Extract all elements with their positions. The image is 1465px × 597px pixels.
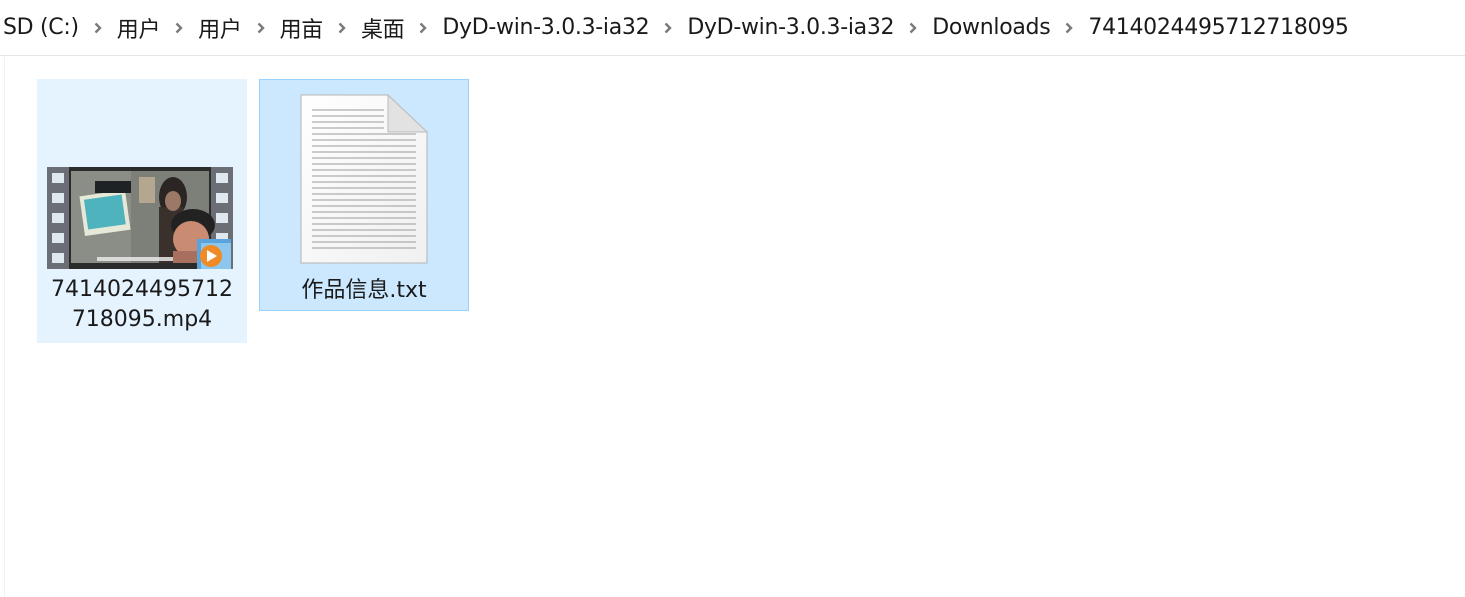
text-document-icon (300, 94, 428, 264)
breadcrumb-item-desktop[interactable]: 桌面 (359, 12, 406, 44)
breadcrumb-item-dyd-outer[interactable]: DyD-win-3.0.3-ia32 (440, 15, 651, 40)
breadcrumb-item-dyd-inner[interactable]: DyD-win-3.0.3-ia32 (685, 15, 896, 40)
file-name[interactable]: 7414024495712 718095.mp4 (42, 275, 242, 335)
chevron-right-icon[interactable] (406, 18, 440, 38)
file-view[interactable]: 7414024495712 718095.mp4 作品信息.txt (4, 57, 1465, 597)
breadcrumb-item-user[interactable]: 用户 (196, 12, 243, 44)
chevron-right-icon[interactable] (244, 18, 278, 38)
chevron-right-icon[interactable] (325, 18, 359, 38)
breadcrumb-item-profile[interactable]: 用亩 (278, 12, 325, 44)
breadcrumb-item-downloads[interactable]: Downloads (930, 15, 1052, 40)
file-name[interactable]: 作品信息.txt (264, 276, 464, 306)
file-item-video[interactable]: 7414024495712 718095.mp4 (37, 79, 247, 343)
breadcrumb-item-users[interactable]: 用户 (115, 12, 162, 44)
chevron-right-icon[interactable] (162, 18, 196, 38)
file-item-text[interactable]: 作品信息.txt (259, 79, 469, 311)
breadcrumb-item-current-folder[interactable]: 7414024495712718095 (1086, 15, 1350, 40)
chevron-right-icon[interactable] (651, 18, 685, 38)
breadcrumb-item-drive[interactable]: SD (C:) (1, 15, 81, 40)
chevron-right-icon[interactable] (81, 18, 115, 38)
chevron-right-icon[interactable] (1052, 18, 1086, 38)
video-thumbnail-icon (47, 167, 233, 269)
chevron-right-icon[interactable] (896, 18, 930, 38)
breadcrumb: SD (C:) 用户 用户 用亩 桌面 DyD-win-3.0.3-ia32 D… (0, 0, 1465, 56)
